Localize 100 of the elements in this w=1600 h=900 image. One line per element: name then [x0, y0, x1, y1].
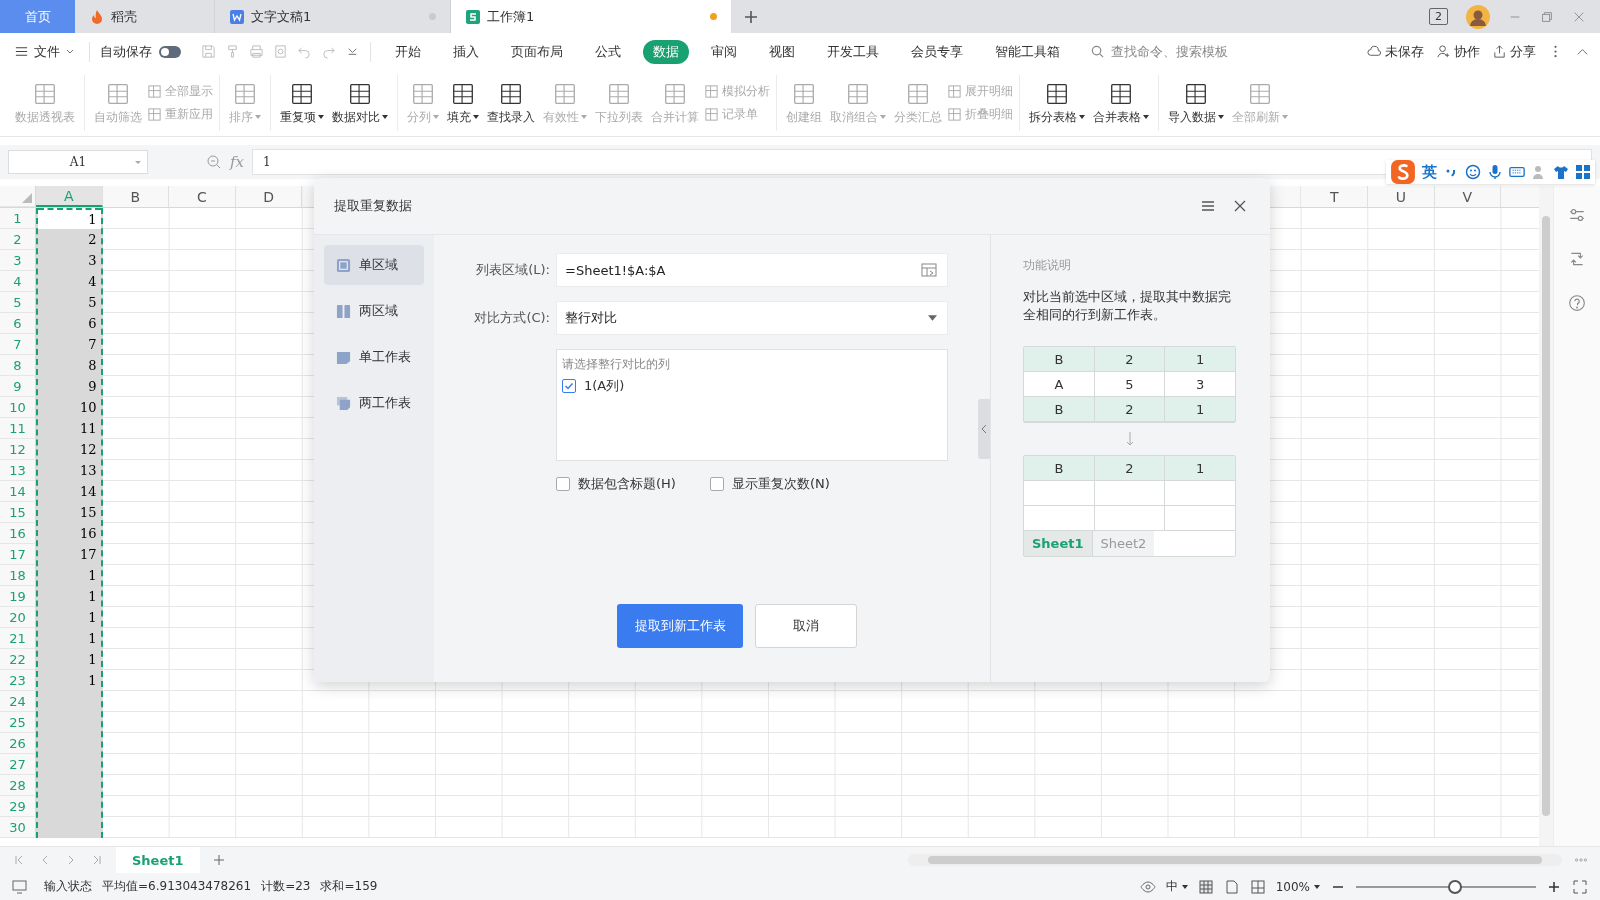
checkbox-label[interactable]: 显示重复次数(N) — [731, 475, 830, 493]
microphone-icon[interactable] — [1487, 164, 1503, 180]
menu-tab[interactable]: 智能工具箱 — [985, 39, 1070, 64]
brush-icon[interactable] — [225, 44, 240, 59]
add-sheet-icon[interactable] — [211, 854, 226, 866]
extract-button[interactable]: 提取到新工作表 — [617, 604, 743, 648]
ribbon-button[interactable]: 重复项 — [277, 78, 327, 128]
row-header[interactable]: 20 — [0, 607, 36, 628]
page-view-icon[interactable] — [1223, 878, 1240, 895]
selection-range[interactable]: 1 2 3 4 5 6 7 8 9 10 11 12 13 14 15 16 17 1 1 1 1 1 1 — [36, 208, 103, 838]
ribbon-button[interactable]: 数据对比 — [329, 78, 391, 128]
eye-icon[interactable] — [1139, 878, 1156, 895]
avatar-icon[interactable] — [1466, 4, 1490, 29]
checkbox[interactable] — [709, 477, 724, 491]
checkbox[interactable] — [556, 477, 570, 491]
keyboard-icon[interactable] — [1509, 164, 1525, 180]
row-header[interactable]: 24 — [0, 691, 36, 712]
toolbar-action[interactable]: 协作 — [1436, 42, 1480, 61]
row-header[interactable]: 22 — [0, 649, 36, 670]
monitor-icon[interactable] — [12, 878, 28, 895]
row-header[interactable]: 3 — [0, 250, 36, 271]
row-header[interactable]: 2 — [0, 229, 36, 250]
menu-tab[interactable]: 开始 — [385, 39, 431, 64]
row-header[interactable]: 21 — [0, 628, 36, 649]
row-header[interactable]: 19 — [0, 586, 36, 607]
ribbon-button[interactable]: 填充 — [444, 78, 482, 128]
row-header[interactable]: 8 — [0, 355, 36, 376]
row-header[interactable]: 13 — [0, 460, 36, 481]
sliders-icon[interactable] — [1568, 206, 1586, 224]
compare-dropdown[interactable]: 整行对比 — [556, 301, 948, 335]
menu-tab[interactable]: 公式 — [585, 39, 631, 64]
collapse-handle[interactable] — [978, 398, 990, 459]
zoom-icon[interactable] — [206, 154, 222, 170]
menu-tab[interactable]: 插入 — [443, 39, 489, 64]
nav-item[interactable]: 两区域 — [324, 291, 424, 331]
row-header[interactable]: 28 — [0, 775, 36, 796]
cancel-button[interactable]: 取消 — [755, 604, 857, 648]
function-label[interactable]: fx — [230, 153, 244, 171]
file-menu[interactable]: 文件 — [10, 42, 79, 61]
row-header[interactable]: 16 — [0, 523, 36, 544]
horizontal-scrollbar[interactable] — [907, 854, 1562, 866]
menu-tab[interactable]: 页面布局 — [501, 39, 573, 64]
checkbox[interactable] — [562, 379, 576, 393]
range-picker-icon[interactable] — [921, 262, 937, 278]
menu-tab[interactable]: 审阅 — [701, 39, 747, 64]
print-icon[interactable] — [249, 44, 264, 59]
row-header[interactable]: 26 — [0, 733, 36, 754]
row-header[interactable]: 18 — [0, 565, 36, 586]
split-view-icon[interactable] — [1249, 878, 1266, 895]
row-header[interactable]: 4 — [0, 271, 36, 292]
checkbox-label[interactable]: 数据包含标题(H) — [578, 475, 676, 493]
restore-icon[interactable] — [1540, 9, 1554, 24]
smiley-icon[interactable] — [1465, 164, 1481, 180]
help-icon[interactable] — [1568, 294, 1586, 312]
row-header[interactable]: 29 — [0, 796, 36, 817]
fullscreen-icon[interactable] — [1572, 878, 1588, 895]
nav-item[interactable]: 两工作表 — [324, 383, 424, 423]
grid-view-icon[interactable] — [1197, 878, 1214, 895]
swap-icon[interactable] — [1568, 250, 1586, 268]
input-language-button[interactable]: 中 — [1165, 878, 1188, 895]
row-header[interactable]: 1 — [0, 208, 36, 229]
row-header[interactable]: 6 — [0, 313, 36, 334]
vertical-scrollbar[interactable] — [1539, 186, 1553, 846]
row-header[interactable]: 23 — [0, 670, 36, 691]
ribbon-button[interactable]: 导入数据 — [1165, 78, 1227, 128]
sheet-tab[interactable]: Sheet1 — [116, 847, 200, 873]
column-header[interactable]: A — [36, 186, 103, 207]
range-field[interactable]: =Sheet1!$A:$A — [556, 253, 948, 287]
row-header[interactable]: 25 — [0, 712, 36, 733]
row-header[interactable]: 30 — [0, 817, 36, 838]
ribbon-button[interactable]: 查找录入 — [484, 78, 538, 128]
document-tab[interactable]: 首页 — [0, 0, 75, 33]
autosave-toggle[interactable] — [159, 45, 181, 58]
ribbon-button[interactable]: 拆分表格 — [1026, 78, 1088, 128]
close-icon[interactable] — [1232, 198, 1248, 214]
checkbox-label[interactable]: 1(A列) — [584, 377, 625, 395]
row-header[interactable]: 5 — [0, 292, 36, 313]
row-header[interactable]: 12 — [0, 439, 36, 460]
window-count-badge[interactable]: 2 — [1429, 8, 1448, 25]
zoom-slider-thumb[interactable] — [1448, 879, 1462, 894]
select-all-icon[interactable] — [22, 193, 32, 203]
zoom-level-button[interactable]: 100% — [1275, 879, 1320, 894]
column-header[interactable]: C — [169, 186, 236, 207]
menu-tab[interactable]: 会员专享 — [901, 39, 973, 64]
name-box[interactable]: A1 — [8, 150, 148, 174]
preview-icon[interactable] — [273, 44, 288, 59]
menu-tab[interactable]: 数据 — [643, 39, 689, 64]
menu-tab[interactable]: 视图 — [759, 39, 805, 64]
row-header[interactable]: 17 — [0, 544, 36, 565]
apps-icon[interactable] — [1575, 164, 1591, 180]
row-header[interactable]: 27 — [0, 754, 36, 775]
menu-icon[interactable] — [1200, 198, 1216, 214]
nav-item[interactable]: 单工作表 — [324, 337, 424, 377]
plus-icon[interactable] — [743, 8, 759, 25]
toolbar-action[interactable]: 未保存 — [1367, 42, 1424, 61]
toolbar-action[interactable]: 分享 — [1492, 42, 1536, 61]
input-method-bar[interactable]: 英 — [1386, 160, 1595, 184]
ribbon-button[interactable]: 合并表格 — [1090, 78, 1152, 128]
row-header[interactable]: 11 — [0, 418, 36, 439]
row-header[interactable]: 10 — [0, 397, 36, 418]
